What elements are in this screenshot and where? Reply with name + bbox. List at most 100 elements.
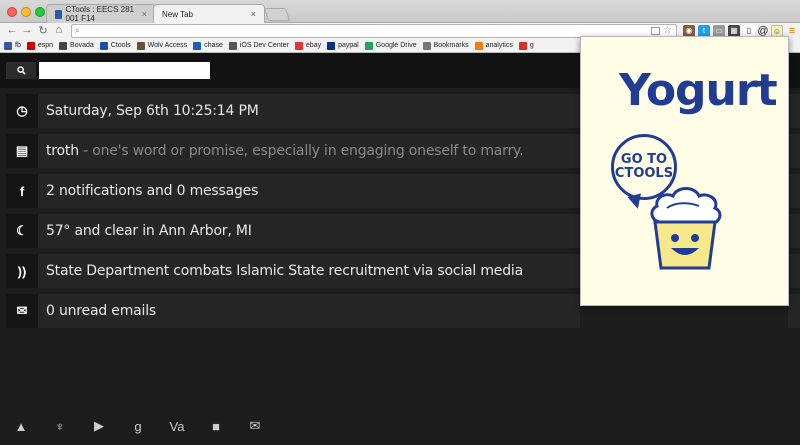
info-row[interactable]: ◷ Saturday, Sep 6th 10:25:14 PM <box>6 94 580 128</box>
google-plus-icon[interactable]: g <box>125 413 151 439</box>
bookmark-favicon-icon <box>59 41 68 50</box>
va-icon[interactable]: Va <box>164 413 190 439</box>
umich-icon[interactable]: ♆ <box>47 413 73 439</box>
bookmark-item[interactable]: espn <box>26 41 54 50</box>
forward-icon[interactable]: → <box>21 24 33 36</box>
facebook-icon: f <box>6 174 38 208</box>
bookmark-favicon-icon <box>327 41 336 50</box>
reload-icon[interactable]: ↻ <box>37 24 49 37</box>
bubble-line-1: GO TO <box>620 152 668 167</box>
app-dock: ▲ ♆ ▶ g Va ■ ✉ <box>0 407 800 445</box>
info-row-main: Saturday, Sep 6th 10:25:14 PM <box>46 103 259 119</box>
book-icon: ▤ <box>6 134 38 168</box>
bookmark-item[interactable]: Wolv Access <box>136 41 188 50</box>
info-row-main: 57° and clear in Ann Arbor, MI <box>46 223 252 239</box>
bookmark-favicon-icon <box>193 41 202 50</box>
bookmark-item[interactable]: Ctools <box>99 41 131 50</box>
info-row-text: 0 unread emails <box>46 303 156 319</box>
close-tab-icon[interactable]: × <box>142 9 147 19</box>
bookmark-item[interactable]: Bovada <box>59 41 94 50</box>
bookmark-label: Bookmarks <box>433 42 469 49</box>
tab-title: CTools : EECS 281 001 F14 <box>65 5 134 23</box>
bookmark-favicon-icon <box>26 41 35 50</box>
clock-icon: ◷ <box>6 94 38 128</box>
bookmark-label: espn <box>37 42 54 49</box>
bookmark-item[interactable]: Google Drive <box>364 41 417 50</box>
yogurt-mascot-icon <box>650 187 722 270</box>
info-row-main: 2 notifications and 0 messages <box>46 183 259 199</box>
tab-new-tab[interactable]: New Tab × <box>153 4 265 23</box>
close-window-button[interactable] <box>7 7 17 17</box>
bookmark-label: fb <box>15 42 21 49</box>
bookmark-item[interactable]: g <box>518 41 534 50</box>
info-row[interactable]: ✉ 0 unread emails <box>6 294 580 328</box>
drive-icon[interactable]: ▲ <box>8 413 34 439</box>
bookmark-item[interactable]: analytics <box>474 41 513 50</box>
new-tab-button[interactable] <box>263 8 291 21</box>
search-button[interactable] <box>6 62 36 79</box>
tab-title: New Tab <box>162 9 193 19</box>
bookmark-label: analytics <box>485 42 513 49</box>
yogurt-logo: Yogurt <box>619 65 778 116</box>
bookmark-label: ebay <box>305 42 322 49</box>
home-icon[interactable]: ⌂ <box>53 24 65 36</box>
search-icon: ⌕ <box>75 26 80 35</box>
bookmark-label: Bovada <box>70 42 94 49</box>
info-row[interactable]: )) State Department combats Islamic State… <box>6 254 580 288</box>
info-row[interactable]: f 2 notifications and 0 messages <box>6 174 580 208</box>
back-icon[interactable]: ← <box>6 24 18 36</box>
bookmark-item[interactable]: fb <box>4 41 21 50</box>
minimize-window-button[interactable] <box>21 7 31 17</box>
bookmark-label: paypal <box>338 42 359 49</box>
info-row-edge <box>788 254 800 288</box>
moon-icon: ☾ <box>6 214 38 248</box>
tab-ctools[interactable]: CTools : EECS 281 001 F14 × <box>46 4 156 23</box>
rss-icon: )) <box>6 254 38 288</box>
bookmark-item[interactable]: iOS Dev Center <box>228 41 289 50</box>
close-tab-icon[interactable]: × <box>251 9 256 19</box>
youtube-icon[interactable]: ▶ <box>86 413 112 439</box>
tab-strip: CTools : EECS 281 001 F14 × New Tab × <box>0 0 800 23</box>
info-row[interactable]: ▤ troth - one's word or promise, especial… <box>6 134 580 168</box>
info-row-text: 2 notifications and 0 messages <box>46 183 258 199</box>
page-action-icon[interactable] <box>651 27 660 35</box>
app-icon[interactable]: ■ <box>203 413 229 439</box>
zoom-window-button[interactable] <box>35 7 45 17</box>
bookmark-favicon-icon <box>99 41 108 50</box>
bubble-line-2: CTOOLS <box>614 166 674 181</box>
bookmark-item[interactable]: ebay <box>294 41 322 50</box>
bookmark-item[interactable]: paypal <box>327 41 359 50</box>
info-row-edge <box>788 134 800 168</box>
info-row-edge <box>788 174 800 208</box>
bookmark-favicon-icon <box>136 41 145 50</box>
bookmark-favicon-icon <box>294 41 303 50</box>
bookmark-label: Google Drive <box>375 42 417 49</box>
mail-icon: ✉ <box>6 294 38 328</box>
info-row-text: 57° and clear in Ann Arbor, MI <box>46 223 252 239</box>
search-icon <box>16 66 26 75</box>
info-row[interactable]: ☾ 57° and clear in Ann Arbor, MI <box>6 214 580 248</box>
gmail-icon[interactable]: ✉ <box>242 413 268 439</box>
info-row-text: troth - one's word or promise, especiall… <box>46 143 524 159</box>
bookmark-label: iOS Dev Center <box>239 42 289 49</box>
info-row-edge <box>788 294 800 328</box>
info-row-sub: - one's word or promise, especially in e… <box>78 143 524 159</box>
info-row-text: Saturday, Sep 6th 10:25:14 PM <box>46 103 259 119</box>
yogurt-popup: Yogurt GO TO CTOOLS <box>580 36 789 306</box>
info-row-main: troth <box>46 143 79 159</box>
bookmark-favicon-icon <box>474 41 483 50</box>
bookmark-item[interactable]: chase <box>193 41 223 50</box>
bookmark-item[interactable]: Bookmarks <box>422 41 469 50</box>
bookmark-label: chase <box>204 42 223 49</box>
info-row-text: State Department combats Islamic State r… <box>46 263 523 279</box>
bookmark-label: Wolv Access <box>147 42 188 49</box>
info-row-main: 0 unread emails <box>46 303 156 319</box>
bookmark-favicon-icon <box>4 41 12 50</box>
bookmark-favicon-icon <box>422 41 431 50</box>
search-input[interactable] <box>39 62 210 79</box>
bookmark-favicon-icon <box>518 41 527 50</box>
info-row-edge <box>788 94 800 128</box>
info-row-main: State Department combats Islamic State r… <box>46 263 523 279</box>
bookmark-favicon-icon <box>364 41 373 50</box>
ctools-favicon-icon <box>55 9 62 19</box>
